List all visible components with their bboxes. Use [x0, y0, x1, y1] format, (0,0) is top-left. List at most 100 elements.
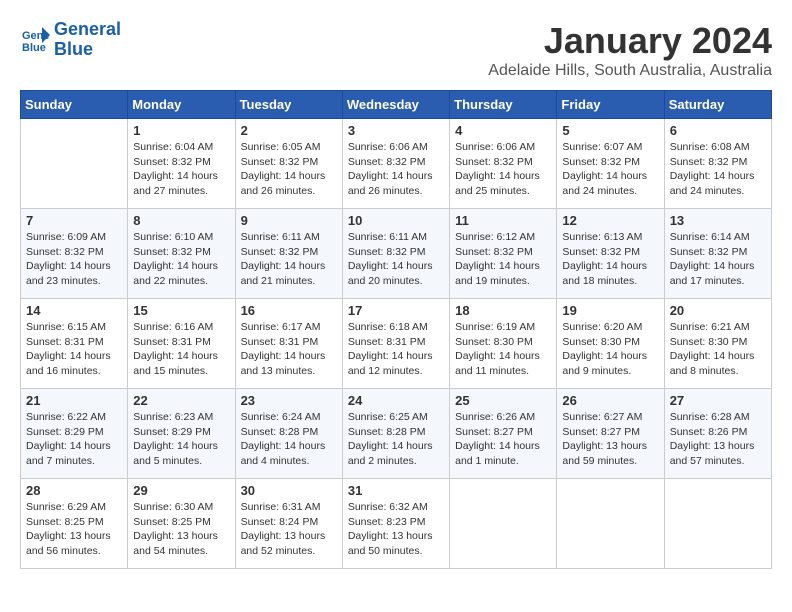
day-info: Sunrise: 6:10 AM Sunset: 8:32 PM Dayligh… — [133, 230, 229, 289]
calendar-week-row: 14 Sunrise: 6:15 AM Sunset: 8:31 PM Dayl… — [21, 299, 772, 389]
calendar-cell: 10 Sunrise: 6:11 AM Sunset: 8:32 PM Dayl… — [342, 209, 449, 299]
calendar-cell: 6 Sunrise: 6:08 AM Sunset: 8:32 PM Dayli… — [664, 119, 771, 209]
day-number: 8 — [133, 213, 229, 228]
calendar-cell: 29 Sunrise: 6:30 AM Sunset: 8:25 PM Dayl… — [128, 479, 235, 569]
day-info: Sunrise: 6:07 AM Sunset: 8:32 PM Dayligh… — [562, 140, 658, 199]
day-info: Sunrise: 6:14 AM Sunset: 8:32 PM Dayligh… — [670, 230, 766, 289]
calendar-cell: 9 Sunrise: 6:11 AM Sunset: 8:32 PM Dayli… — [235, 209, 342, 299]
day-info: Sunrise: 6:17 AM Sunset: 8:31 PM Dayligh… — [241, 320, 337, 379]
day-info: Sunrise: 6:12 AM Sunset: 8:32 PM Dayligh… — [455, 230, 551, 289]
day-number: 16 — [241, 303, 337, 318]
day-number: 24 — [348, 393, 444, 408]
day-info: Sunrise: 6:29 AM Sunset: 8:25 PM Dayligh… — [26, 500, 122, 559]
day-info: Sunrise: 6:21 AM Sunset: 8:30 PM Dayligh… — [670, 320, 766, 379]
logo: General Blue General Blue — [20, 20, 121, 60]
logo-line1: General — [54, 19, 121, 39]
day-info: Sunrise: 6:25 AM Sunset: 8:28 PM Dayligh… — [348, 410, 444, 469]
day-info: Sunrise: 6:23 AM Sunset: 8:29 PM Dayligh… — [133, 410, 229, 469]
header-monday: Monday — [128, 91, 235, 119]
calendar-cell: 16 Sunrise: 6:17 AM Sunset: 8:31 PM Dayl… — [235, 299, 342, 389]
day-number: 2 — [241, 123, 337, 138]
day-number: 23 — [241, 393, 337, 408]
day-info: Sunrise: 6:11 AM Sunset: 8:32 PM Dayligh… — [348, 230, 444, 289]
header-tuesday: Tuesday — [235, 91, 342, 119]
day-header-row: Sunday Monday Tuesday Wednesday Thursday… — [21, 91, 772, 119]
calendar-cell: 18 Sunrise: 6:19 AM Sunset: 8:30 PM Dayl… — [450, 299, 557, 389]
calendar-week-row: 7 Sunrise: 6:09 AM Sunset: 8:32 PM Dayli… — [21, 209, 772, 299]
day-info: Sunrise: 6:30 AM Sunset: 8:25 PM Dayligh… — [133, 500, 229, 559]
day-number: 11 — [455, 213, 551, 228]
calendar-cell: 28 Sunrise: 6:29 AM Sunset: 8:25 PM Dayl… — [21, 479, 128, 569]
svg-text:Blue: Blue — [22, 42, 46, 54]
day-info: Sunrise: 6:22 AM Sunset: 8:29 PM Dayligh… — [26, 410, 122, 469]
calendar-cell: 13 Sunrise: 6:14 AM Sunset: 8:32 PM Dayl… — [664, 209, 771, 299]
day-info: Sunrise: 6:09 AM Sunset: 8:32 PM Dayligh… — [26, 230, 122, 289]
calendar-cell: 3 Sunrise: 6:06 AM Sunset: 8:32 PM Dayli… — [342, 119, 449, 209]
day-info: Sunrise: 6:19 AM Sunset: 8:30 PM Dayligh… — [455, 320, 551, 379]
day-number: 30 — [241, 483, 337, 498]
day-info: Sunrise: 6:05 AM Sunset: 8:32 PM Dayligh… — [241, 140, 337, 199]
calendar-cell: 8 Sunrise: 6:10 AM Sunset: 8:32 PM Dayli… — [128, 209, 235, 299]
logo-icon: General Blue — [20, 25, 50, 55]
day-info: Sunrise: 6:28 AM Sunset: 8:26 PM Dayligh… — [670, 410, 766, 469]
day-info: Sunrise: 6:06 AM Sunset: 8:32 PM Dayligh… — [455, 140, 551, 199]
day-info: Sunrise: 6:15 AM Sunset: 8:31 PM Dayligh… — [26, 320, 122, 379]
day-number: 29 — [133, 483, 229, 498]
calendar-cell: 22 Sunrise: 6:23 AM Sunset: 8:29 PM Dayl… — [128, 389, 235, 479]
day-info: Sunrise: 6:16 AM Sunset: 8:31 PM Dayligh… — [133, 320, 229, 379]
calendar-week-row: 28 Sunrise: 6:29 AM Sunset: 8:25 PM Dayl… — [21, 479, 772, 569]
day-number: 12 — [562, 213, 658, 228]
page-header: General Blue General Blue January 2024 A… — [20, 20, 772, 80]
calendar-cell: 15 Sunrise: 6:16 AM Sunset: 8:31 PM Dayl… — [128, 299, 235, 389]
day-number: 21 — [26, 393, 122, 408]
calendar-cell: 17 Sunrise: 6:18 AM Sunset: 8:31 PM Dayl… — [342, 299, 449, 389]
day-number: 3 — [348, 123, 444, 138]
day-number: 10 — [348, 213, 444, 228]
day-info: Sunrise: 6:13 AM Sunset: 8:32 PM Dayligh… — [562, 230, 658, 289]
day-number: 31 — [348, 483, 444, 498]
calendar-cell: 20 Sunrise: 6:21 AM Sunset: 8:30 PM Dayl… — [664, 299, 771, 389]
day-number: 4 — [455, 123, 551, 138]
calendar-week-row: 1 Sunrise: 6:04 AM Sunset: 8:32 PM Dayli… — [21, 119, 772, 209]
calendar-cell: 7 Sunrise: 6:09 AM Sunset: 8:32 PM Dayli… — [21, 209, 128, 299]
day-info: Sunrise: 6:18 AM Sunset: 8:31 PM Dayligh… — [348, 320, 444, 379]
day-number: 26 — [562, 393, 658, 408]
day-info: Sunrise: 6:24 AM Sunset: 8:28 PM Dayligh… — [241, 410, 337, 469]
day-number: 17 — [348, 303, 444, 318]
calendar-cell: 12 Sunrise: 6:13 AM Sunset: 8:32 PM Dayl… — [557, 209, 664, 299]
header-wednesday: Wednesday — [342, 91, 449, 119]
day-info: Sunrise: 6:04 AM Sunset: 8:32 PM Dayligh… — [133, 140, 229, 199]
day-info: Sunrise: 6:08 AM Sunset: 8:32 PM Dayligh… — [670, 140, 766, 199]
calendar-cell — [557, 479, 664, 569]
day-number: 9 — [241, 213, 337, 228]
calendar-cell: 14 Sunrise: 6:15 AM Sunset: 8:31 PM Dayl… — [21, 299, 128, 389]
header-friday: Friday — [557, 91, 664, 119]
day-info: Sunrise: 6:20 AM Sunset: 8:30 PM Dayligh… — [562, 320, 658, 379]
calendar-subtitle: Adelaide Hills, South Australia, Austral… — [488, 62, 772, 80]
header-thursday: Thursday — [450, 91, 557, 119]
day-number: 1 — [133, 123, 229, 138]
calendar-cell: 21 Sunrise: 6:22 AM Sunset: 8:29 PM Dayl… — [21, 389, 128, 479]
calendar-cell: 23 Sunrise: 6:24 AM Sunset: 8:28 PM Dayl… — [235, 389, 342, 479]
day-info: Sunrise: 6:06 AM Sunset: 8:32 PM Dayligh… — [348, 140, 444, 199]
header-sunday: Sunday — [21, 91, 128, 119]
day-number: 19 — [562, 303, 658, 318]
calendar-cell: 31 Sunrise: 6:32 AM Sunset: 8:23 PM Dayl… — [342, 479, 449, 569]
day-number: 6 — [670, 123, 766, 138]
day-number: 27 — [670, 393, 766, 408]
day-info: Sunrise: 6:31 AM Sunset: 8:24 PM Dayligh… — [241, 500, 337, 559]
calendar-cell: 11 Sunrise: 6:12 AM Sunset: 8:32 PM Dayl… — [450, 209, 557, 299]
calendar-cell: 26 Sunrise: 6:27 AM Sunset: 8:27 PM Dayl… — [557, 389, 664, 479]
calendar-cell: 19 Sunrise: 6:20 AM Sunset: 8:30 PM Dayl… — [557, 299, 664, 389]
day-info: Sunrise: 6:32 AM Sunset: 8:23 PM Dayligh… — [348, 500, 444, 559]
calendar-title: January 2024 — [488, 20, 772, 62]
day-info: Sunrise: 6:26 AM Sunset: 8:27 PM Dayligh… — [455, 410, 551, 469]
calendar-cell: 27 Sunrise: 6:28 AM Sunset: 8:26 PM Dayl… — [664, 389, 771, 479]
header-saturday: Saturday — [664, 91, 771, 119]
logo-line2: Blue — [54, 39, 93, 59]
day-info: Sunrise: 6:11 AM Sunset: 8:32 PM Dayligh… — [241, 230, 337, 289]
calendar-cell: 30 Sunrise: 6:31 AM Sunset: 8:24 PM Dayl… — [235, 479, 342, 569]
day-number: 13 — [670, 213, 766, 228]
calendar-cell — [21, 119, 128, 209]
day-number: 14 — [26, 303, 122, 318]
